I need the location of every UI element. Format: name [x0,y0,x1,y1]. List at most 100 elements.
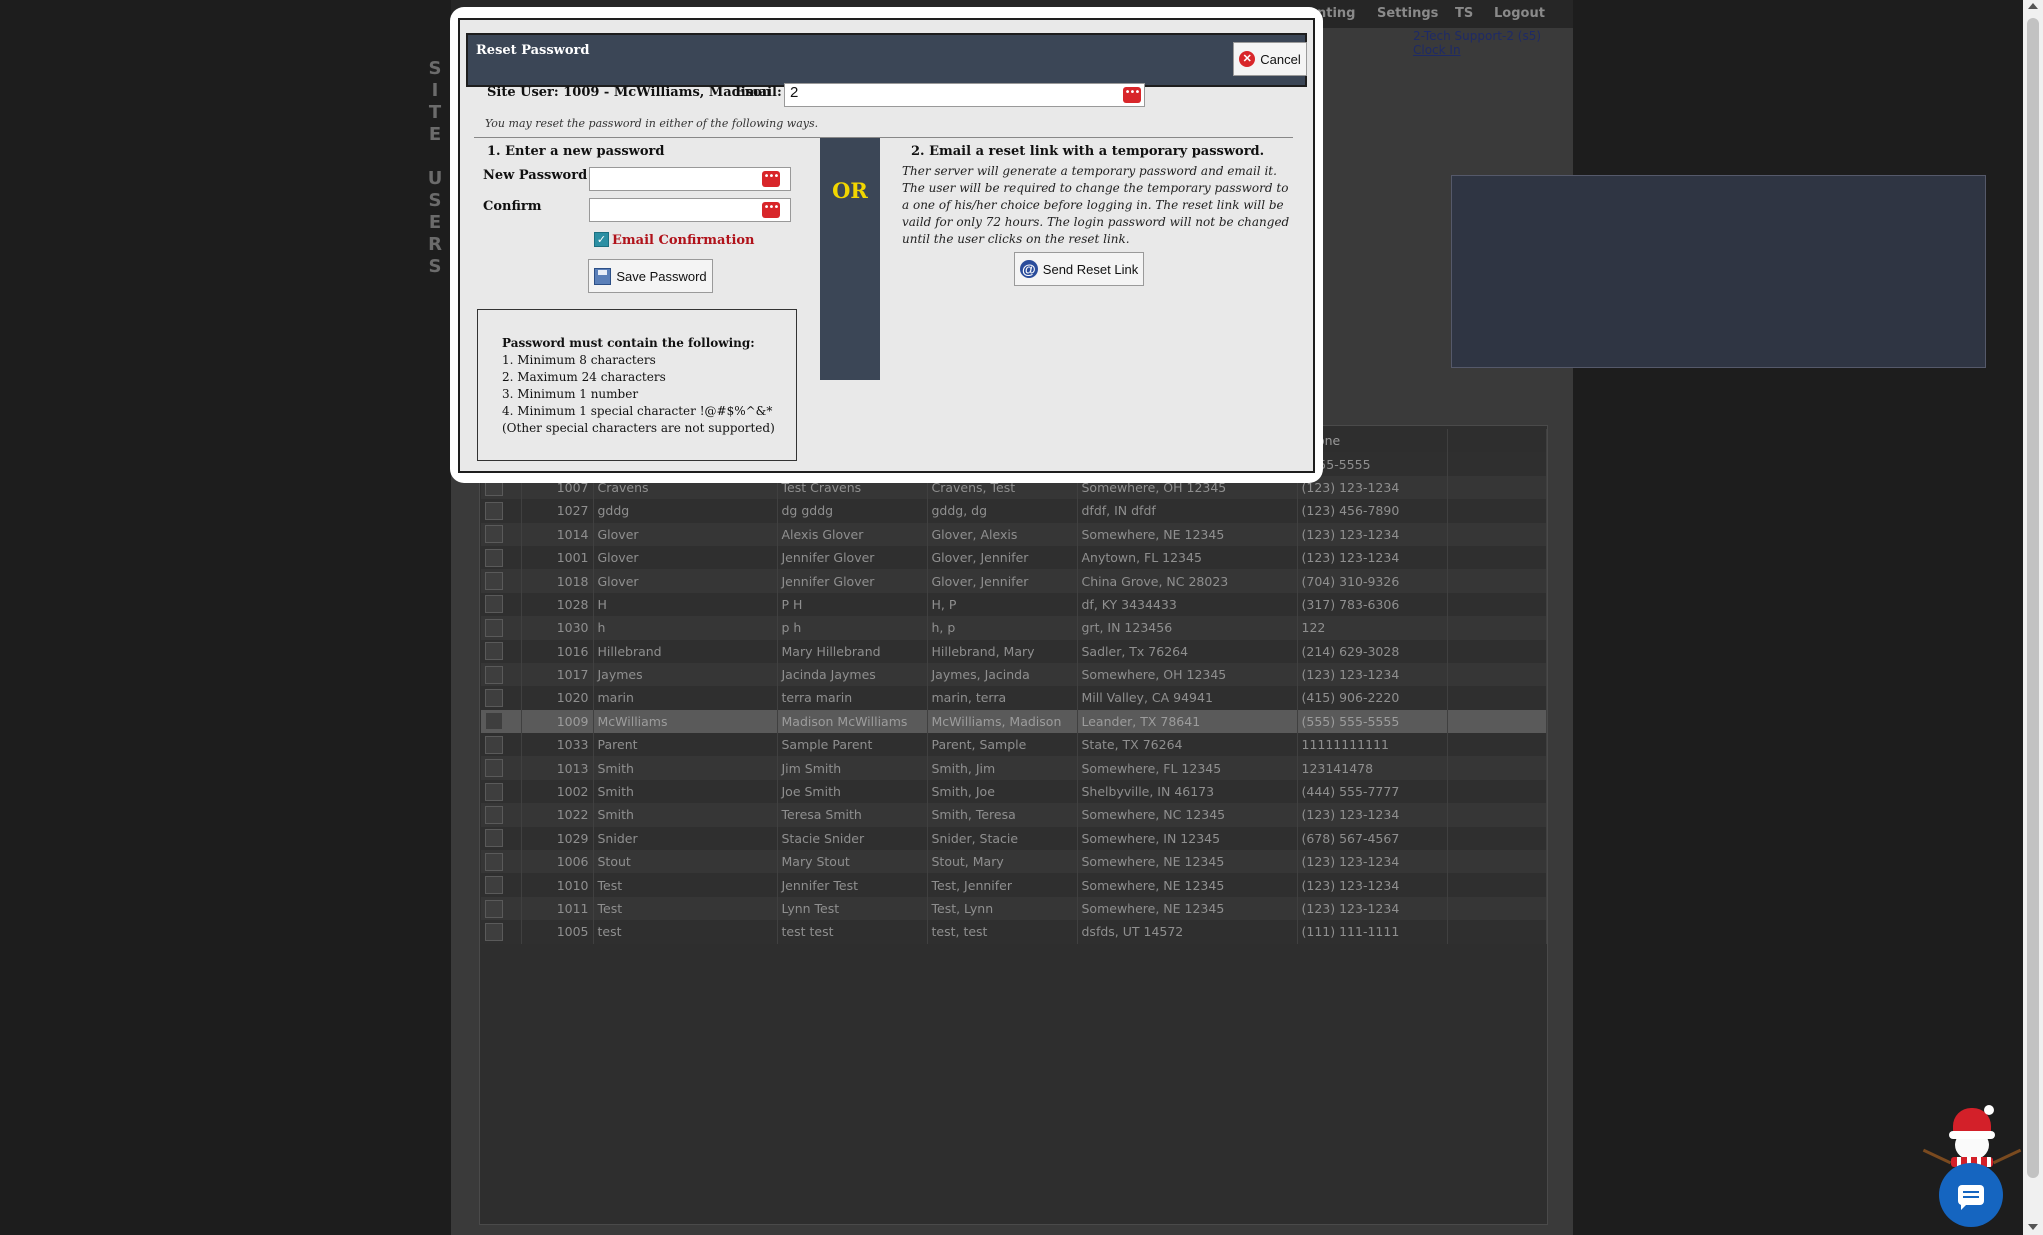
cell-reversed-name: Test, Lynn [927,896,1078,921]
cell-reversed-name: Snider, Stacie [927,826,1078,851]
clock-in-link[interactable]: Clock In [1413,43,1461,57]
row-checkbox[interactable] [485,688,503,707]
table-row[interactable]: 1028 H P H H, Pdf, KY 3434433 (317) 783-6306 [481,592,1547,617]
row-checkbox[interactable] [485,572,503,591]
table-row[interactable]: 1006 Stout Mary Stout Stout, Mary Somewhere,… [481,850,1547,874]
cell-last-name: Smith [593,756,778,780]
table-row[interactable]: 1001 Glover Jennifer Glover Glover, Jennife… [481,545,1547,570]
confirm-password-label: Confirm [483,199,542,214]
table-row[interactable]: 1002 Smith Joe Smith Smith, Joe Shelbyville,… [481,779,1547,804]
password-manager-icon[interactable]: ••• [762,171,780,187]
cell-user-id: 1014 [521,522,594,546]
row-checkbox[interactable] [485,805,503,824]
cell-full-name: Stacie Snider [777,826,928,851]
table-row[interactable]: 1011 Test Lynn Test Test, Lynn Somewhere, NE… [481,896,1547,921]
email-confirmation-checkbox[interactable]: ✓ [594,232,609,247]
cell-reversed-name: McWilliams, Madison [927,709,1078,734]
nav-item-settings[interactable]: Settings [1377,6,1438,21]
cell-location: Somewhere, NE 12345 [1077,873,1298,897]
site-users-vertical-label: SITE USERS [427,58,443,278]
snowman-arm-icon [1992,1148,2022,1165]
table-row[interactable]: 1018 Glover Jennifer Glover Glover, Jennife… [481,569,1547,593]
cell-last-name: Stout [593,850,778,874]
cell-phone: 11111111111 [1297,733,1448,757]
password-rule-item: 3. Minimum 1 number [502,387,639,401]
cell-user-id: 1018 [521,569,594,593]
table-row[interactable]: 1005 test test test test, test dsfds, UT 145… [481,920,1547,944]
page-scrollbar[interactable] [2023,0,2043,1235]
row-checkbox[interactable] [485,829,503,848]
table-row[interactable]: 1033 Parent Sample Parent Parent, Sample Sta… [481,733,1547,757]
cell-location: China Grove, NC 28023 [1077,569,1298,593]
row-checkbox[interactable] [485,899,503,918]
row-checkbox[interactable] [485,665,503,684]
cell-location: Sadler, Tx 76264 [1077,639,1298,663]
table-row[interactable]: 1022 Smith Teresa Smith Smith, Teresa Somewh… [481,803,1547,827]
cancel-button[interactable]: ✕ Cancel [1233,42,1307,76]
cell-full-name: terra marin [777,686,928,710]
cell-location: Leander, TX 78641 [1077,709,1298,734]
table-row[interactable]: 1027 gddg dg gddg gddg, dg dfdf, IN dfdf (123… [481,499,1547,523]
chat-button[interactable] [1939,1163,2003,1227]
password-manager-icon[interactable]: ••• [1123,87,1141,103]
password-manager-icon[interactable]: ••• [762,202,780,218]
cell-full-name: Jennifer Test [777,873,928,897]
cell-location: dfdf, IN dfdf [1077,499,1298,523]
cell-reversed-name: test, test [927,920,1078,944]
cell-phone: (415) 906-2220 [1297,686,1448,710]
scroll-up-arrow-icon[interactable] [2028,3,2038,9]
new-password-label: New Password [483,168,588,183]
chat-widget[interactable] [1920,1105,2024,1230]
row-checkbox[interactable] [485,501,503,520]
table-row[interactable]: 1016 Hillebrand Mary Hillebrand Hillebrand,… [481,639,1547,663]
table-row[interactable]: 1030 h p h h, p grt, IN 123456 122 [481,616,1547,640]
cell-phone: (123) 123-1234 [1297,545,1448,570]
row-checkbox[interactable] [485,759,503,778]
table-row[interactable]: 1020 marin terra marin marin, terra Mill Val… [481,686,1547,710]
row-checkbox[interactable] [485,876,503,895]
row-checkbox[interactable] [485,642,503,661]
table-row[interactable]: 1017 Jaymes Jacinda Jaymes Jaymes, Jacinda S… [481,662,1547,687]
send-reset-link-button[interactable]: @ Send Reset Link [1014,252,1144,286]
cell-phone: 123141478 [1297,756,1448,780]
email-input[interactable]: 2 [784,83,1145,107]
cell-user-id: 1029 [521,826,594,851]
row-checkbox[interactable] [485,525,503,544]
row-checkbox[interactable] [485,712,503,731]
cell-full-name: Jim Smith [777,756,928,780]
cell-phone: (123) 123-1234 [1297,662,1448,687]
table-row[interactable]: 1029 Snider Stacie Snider Snider, Stacie Som… [481,826,1547,851]
table-row[interactable]: 1013 Smith Jim Smith Smith, Jim Somewhere, F… [481,756,1547,780]
row-checkbox[interactable] [485,595,503,614]
cell-location: Somewhere, NE 12345 [1077,896,1298,921]
row-checkbox[interactable] [485,548,503,567]
save-password-button[interactable]: Save Password [588,259,713,293]
scrollbar-thumb[interactable] [2027,18,2039,1178]
reset-link-heading: 2. Email a reset link with a temporary p… [911,144,1265,159]
nav-item-logout[interactable]: Logout [1494,6,1545,21]
cell-phone: (111) 111-1111 [1297,920,1448,944]
cell-user-id: 1020 [521,686,594,710]
password-rule-item: 4. Minimum 1 special character !@#$%^&* [502,404,773,418]
row-checkbox[interactable] [485,735,503,754]
confirm-password-input[interactable] [589,198,791,222]
scroll-down-arrow-icon[interactable] [2028,1224,2038,1230]
cell-user-id: 1009 [521,709,594,734]
new-password-input[interactable] [589,167,791,191]
cell-user-id: 1016 [521,639,594,663]
cell-last-name: Test [593,896,778,921]
table-row[interactable]: 1014 Glover Alexis Glover Glover, Alexis Som… [481,522,1547,546]
row-checkbox[interactable] [485,852,503,871]
row-checkbox[interactable] [485,618,503,637]
reset-link-description: Ther server will generate a temporary pa… [902,164,1290,246]
row-checkbox[interactable] [485,922,503,941]
cell-location: Mill Valley, CA 94941 [1077,686,1298,710]
cell-phone: (704) 310-9326 [1297,569,1448,593]
table-row[interactable]: 1010 Test Jennifer Test Test, Jennifer Somew… [481,873,1547,897]
close-icon: ✕ [1239,51,1256,67]
row-checkbox[interactable] [485,782,503,801]
cell-reversed-name: Jaymes, Jacinda [927,662,1078,687]
table-row[interactable]: 1009 McWilliams Madison McWilliams McWillia… [481,709,1547,734]
cell-location: Somewhere, NC 12345 [1077,803,1298,827]
nav-item-ts[interactable]: TS [1455,6,1473,21]
